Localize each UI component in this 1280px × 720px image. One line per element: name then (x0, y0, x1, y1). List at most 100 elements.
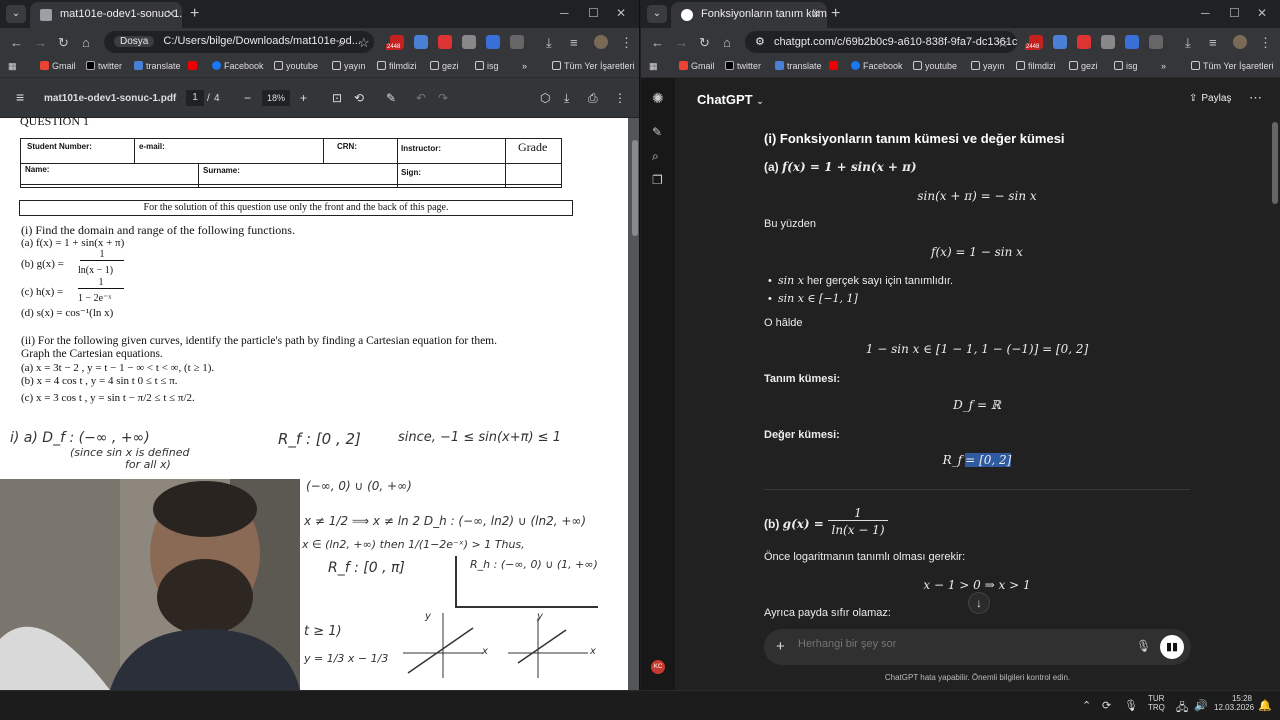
bookmark-yayin[interactable]: yayın (332, 61, 366, 71)
tray-mic-icon[interactable]: 🎙 (1124, 699, 1138, 712)
search-icon[interactable]: ⌕ (652, 150, 664, 162)
reload-icon[interactable]: ↻ (699, 35, 710, 51)
bookmark-gezi[interactable]: gezi (1069, 61, 1098, 71)
bookmark-translate[interactable]: translate (775, 61, 822, 71)
notification-icon[interactable]: 🔔 (1258, 699, 1272, 712)
audio-extension-icon[interactable] (1125, 35, 1139, 49)
new-chat-icon[interactable]: ✎ (652, 126, 664, 138)
volume-icon[interactable]: 🔊 (1194, 699, 1208, 712)
close-tab-icon[interactable]: ✕ (811, 7, 821, 21)
bookmark-facebook[interactable]: Facebook (851, 61, 903, 71)
glasses-extension-icon[interactable] (1101, 35, 1115, 49)
voice-mode-button[interactable]: ▮▮ (1160, 635, 1184, 659)
bookmark-isg[interactable]: isg (475, 61, 499, 71)
youtube-icon[interactable] (829, 61, 841, 71)
bookmark-twitter[interactable]: twitter (86, 61, 122, 71)
forward-icon[interactable]: → (34, 35, 47, 50)
translate-extension-icon[interactable] (1053, 35, 1067, 49)
download-icon[interactable]: ⤓ (546, 35, 552, 51)
tab-search-button[interactable]: ⌄ (647, 5, 667, 23)
pdf-more-icon[interactable]: ⋮ (614, 91, 626, 105)
model-selector[interactable]: ChatGPT ⌄ (697, 92, 764, 107)
media-icon[interactable]: ≡ (570, 35, 578, 50)
minimize-button[interactable]: ─ (1201, 6, 1210, 20)
bookmark-facebook[interactable]: Facebook (212, 61, 264, 71)
bookmark-filmdizi[interactable]: filmdizi (377, 61, 417, 71)
bookmark-gmail[interactable]: Gmail (40, 61, 76, 71)
prompt-input[interactable] (798, 638, 1098, 650)
glasses-extension-icon[interactable] (462, 35, 476, 49)
openai-logo-icon[interactable]: ✺ (652, 91, 664, 105)
more-bookmarks-icon[interactable]: » (1161, 61, 1166, 71)
bookmark-yayin[interactable]: yayın (971, 61, 1005, 71)
pdf-download-icon[interactable]: ⤓ (564, 91, 569, 106)
fit-page-icon[interactable]: ⊡ (332, 91, 342, 105)
reload-icon[interactable]: ↻ (58, 35, 69, 51)
more-bookmarks-icon[interactable]: » (522, 61, 527, 71)
annotate-icon[interactable]: ✎ (386, 91, 396, 105)
bookmark-twitter[interactable]: twitter (725, 61, 761, 71)
maximize-button[interactable]: ☐ (588, 6, 599, 20)
profile-avatar[interactable] (594, 35, 608, 49)
user-avatar[interactable]: KC (651, 660, 665, 674)
language-indicator[interactable]: TUR TRQ (1148, 694, 1165, 712)
profile-avatar[interactable] (1233, 35, 1247, 49)
share-button[interactable]: ⇪ Paylaş (1189, 93, 1231, 104)
back-icon[interactable]: ← (10, 35, 23, 50)
back-icon[interactable]: ← (651, 35, 664, 50)
new-tab-button[interactable]: + (831, 5, 840, 23)
other-bookmarks[interactable]: Tüm Yer İşaretleri (1191, 61, 1274, 71)
site-info-icon[interactable]: ⚙ (755, 36, 765, 48)
translate-extension-icon[interactable] (414, 35, 428, 49)
apps-icon[interactable]: ▦ (8, 61, 17, 72)
download-icon[interactable]: ⤓ (1185, 35, 1191, 51)
zoom-icon[interactable]: ⌕ (338, 35, 345, 51)
zoom-out-icon[interactable]: − (244, 91, 251, 105)
bookmark-isg[interactable]: isg (1114, 61, 1138, 71)
attach-plus-icon[interactable]: + (776, 638, 785, 655)
bookmark-gezi[interactable]: gezi (430, 61, 459, 71)
redo-icon[interactable]: ↷ (438, 91, 448, 105)
star-icon[interactable]: ☆ (997, 35, 1009, 51)
new-tab-button[interactable]: + (190, 5, 199, 23)
youtube-icon[interactable] (188, 61, 200, 71)
close-window-button[interactable]: ✕ (1257, 6, 1267, 20)
address-bar[interactable]: ⚙ chatgpt.com/c/69b2b0c9-a610-838f-9fa7-… (745, 31, 1017, 53)
adblock-icon[interactable] (1077, 35, 1091, 49)
bookmark-filmdizi[interactable]: filmdizi (1016, 61, 1056, 71)
scroll-down-button[interactable]: ↓ (968, 592, 990, 614)
forward-icon[interactable]: → (675, 35, 688, 50)
rotate-icon[interactable]: ⟲ (354, 91, 364, 105)
bookmark-youtube[interactable]: youtube (274, 61, 318, 71)
star-icon[interactable]: ☆ (358, 35, 370, 51)
extensions-icon[interactable] (1149, 35, 1163, 49)
tab-chatgpt[interactable]: Fonksiyonların tanım kümesi ve değer k ✕ (671, 2, 827, 28)
page-number-input[interactable]: 1 (186, 90, 204, 106)
close-tab-icon[interactable]: ✕ (166, 7, 176, 21)
bookmark-gmail[interactable]: Gmail (679, 61, 715, 71)
home-icon[interactable]: ⌂ (82, 35, 90, 50)
pdf-menu-icon[interactable]: ≡ (16, 89, 24, 105)
tray-sync-icon[interactable]: ⟳ (1102, 699, 1111, 712)
maximize-button[interactable]: ☐ (1229, 6, 1240, 20)
tray-overflow-icon[interactable]: ⌃ (1082, 699, 1091, 712)
tab-search-button[interactable]: ⌄ (6, 5, 26, 23)
menu-icon[interactable]: ⋮ (1259, 35, 1272, 51)
clock[interactable]: 15:28 12.03.2026 (1214, 694, 1254, 712)
adblock-icon[interactable] (438, 35, 452, 49)
undo-icon[interactable]: ↶ (416, 91, 426, 105)
apps-icon[interactable]: ▦ (649, 61, 658, 72)
save-annotations-icon[interactable]: ⬡ (540, 91, 550, 105)
bookmark-translate[interactable]: translate (134, 61, 181, 71)
home-icon[interactable]: ⌂ (723, 35, 731, 50)
other-bookmarks[interactable]: Tüm Yer İşaretleri (552, 61, 635, 71)
microphone-icon[interactable]: 🎙 (1136, 639, 1151, 653)
chat-scrollbar-thumb[interactable] (1272, 122, 1278, 204)
pdf-scrollbar-thumb[interactable] (632, 140, 638, 236)
audio-extension-icon[interactable] (486, 35, 500, 49)
media-icon[interactable]: ≡ (1209, 35, 1217, 50)
close-window-button[interactable]: ✕ (616, 6, 626, 20)
library-icon[interactable]: ❐ (652, 174, 664, 186)
tab-pdf[interactable]: mat101e-odev1-sonuc-1.pdf ✕ (30, 2, 182, 28)
extensions-icon[interactable] (510, 35, 524, 49)
